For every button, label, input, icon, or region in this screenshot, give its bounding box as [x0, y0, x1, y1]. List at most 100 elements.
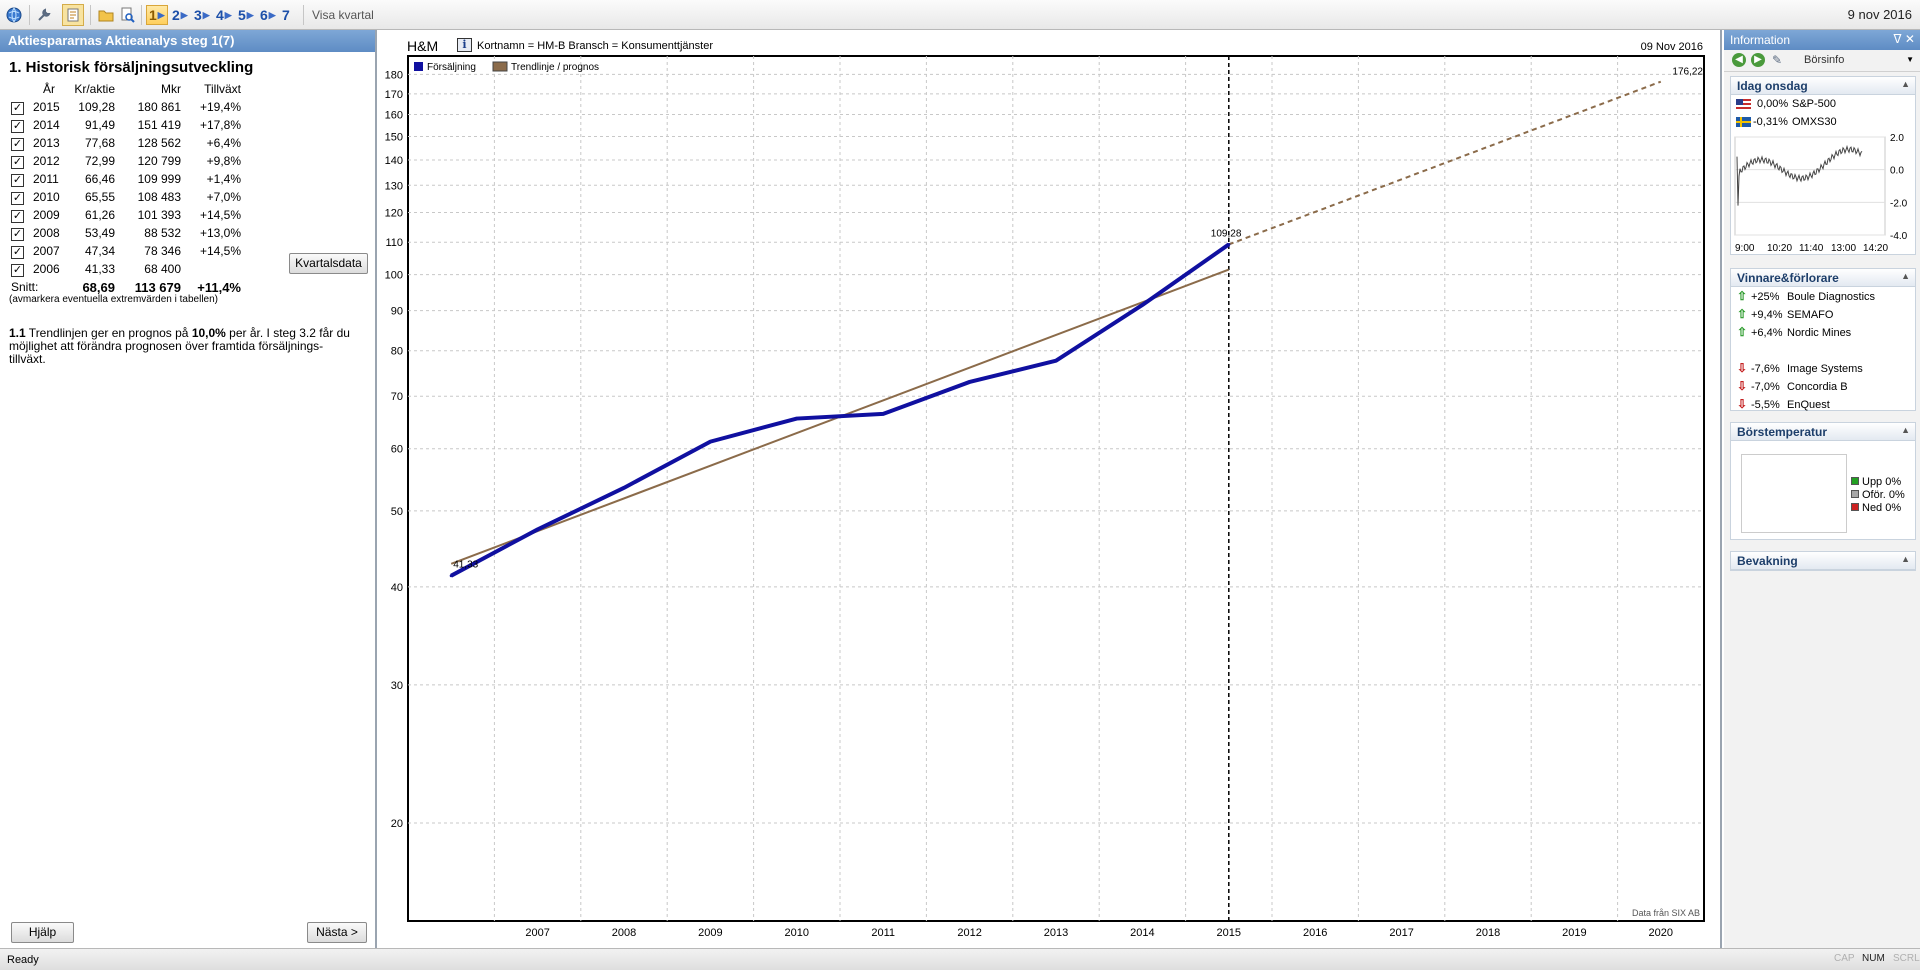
status-text: Ready: [7, 954, 39, 966]
row-checkbox[interactable]: ✓: [11, 245, 24, 259]
row-checkbox[interactable]: ✓: [11, 119, 24, 133]
legend-label-sales: Försäljning: [427, 62, 476, 73]
step-7-button[interactable]: 7: [280, 5, 298, 25]
next-button[interactable]: Nästa >: [307, 922, 367, 943]
analysis-icon[interactable]: [62, 4, 84, 26]
winner-item[interactable]: ⇧ +6,4% Nordic Mines: [1731, 324, 1915, 342]
y-tick-label: 160: [385, 110, 403, 122]
row-checkbox[interactable]: ✓: [11, 227, 24, 241]
column-header-kr-per-share: Kr/aktie: [74, 82, 115, 96]
y-tick-label: 170: [385, 89, 403, 101]
sparkline-frame: [1734, 136, 1886, 236]
information-title: Information: [1730, 33, 1791, 47]
sparkline-y-label: 2.0: [1890, 133, 1904, 144]
forward-icon[interactable]: ▶: [1751, 53, 1765, 67]
row-mkr: 109 999: [137, 172, 181, 186]
row-year: 2006: [33, 262, 60, 276]
panel-header: Aktiespararnas Aktieanalys steg 1(7): [0, 30, 375, 52]
row-checkbox[interactable]: ✓: [11, 209, 24, 223]
globe-icon[interactable]: [3, 4, 25, 26]
row-mkr: 88 532: [144, 226, 181, 240]
step-1-button[interactable]: 1 ▶: [146, 5, 168, 25]
analysis-panel: Aktiespararnas Aktieanalys steg 1(7) 1. …: [0, 30, 377, 948]
borsinfo-dropdown[interactable]: Börsinfo: [1804, 54, 1844, 66]
index-row-omxs30[interactable]: -0,31% OMXS30: [1731, 113, 1915, 131]
pin-close-icons[interactable]: ᐁ ✕: [1893, 32, 1915, 46]
data-label-end: 176,22: [1672, 67, 1703, 78]
row-mkr: 128 562: [137, 136, 181, 150]
legend-swatch: [1851, 503, 1859, 511]
sales-point: [881, 412, 885, 416]
x-tick-label: 2018: [1476, 927, 1500, 939]
y-tick-label: 50: [391, 506, 403, 518]
row-checkbox[interactable]: ✓: [11, 137, 24, 151]
information-header: Information ᐁ ✕: [1724, 30, 1920, 50]
step-3-button[interactable]: 3 ▶: [192, 5, 212, 25]
chevron-down-icon[interactable]: ▼: [1906, 55, 1914, 64]
section-title: 1. Historisk försäljningsutveckling: [9, 59, 254, 76]
sales-point: [795, 417, 799, 421]
table-row: ✓ 2014 91,49 151 419 +17,8%: [11, 116, 241, 134]
trend-note: 1.1 Trendlinjen ger en prognos på 10,0% …: [9, 327, 359, 366]
y-tick-label: 30: [391, 680, 403, 692]
market-temperature-section: Börstemperatur ▲ Upp 0% Oför. 0% Ned 0%: [1730, 422, 1916, 540]
wrench-icon[interactable]: [33, 4, 55, 26]
row-year: 2012: [33, 154, 60, 168]
row-mkr: 120 799: [137, 154, 181, 168]
kvartalsdata-button[interactable]: Kvartalsdata: [289, 253, 368, 274]
winners-losers-header[interactable]: Vinnare&förlorare ▲: [1731, 269, 1915, 287]
y-tick-label: 40: [391, 582, 403, 594]
loser-item[interactable]: ⇩ -5,5% EnQuest: [1731, 396, 1915, 414]
table-row: ✓ 2012 72,99 120 799 +9,8%: [11, 152, 241, 170]
note-text-1: Trendlinjen ger en prognos på: [25, 326, 192, 340]
row-kr: 65,55: [84, 190, 115, 204]
x-tick-label: 2009: [698, 927, 722, 939]
watchlist-header[interactable]: Bevakning ▲: [1731, 552, 1915, 570]
winner-item[interactable]: ⇧ +9,4% SEMAFO: [1731, 306, 1915, 324]
row-checkbox[interactable]: ✓: [11, 155, 24, 169]
y-tick-label: 100: [385, 270, 403, 282]
visa-kvartal-toggle[interactable]: Visa kvartal: [312, 8, 374, 22]
row-kr: 109,28: [78, 100, 115, 114]
info-icon[interactable]: i: [457, 38, 472, 52]
column-header-year: År: [43, 82, 55, 96]
row-kr: 91,49: [84, 118, 115, 132]
loser-item[interactable]: ⇩ -7,0% Concordia B: [1731, 378, 1915, 396]
row-kr: 72,99: [84, 154, 115, 168]
index-row-sp500[interactable]: 0,00% S&P-500: [1731, 95, 1915, 113]
y-tick-label: 110: [385, 237, 403, 249]
sparkline-x-label: 9:00: [1735, 243, 1755, 254]
folder-open-icon[interactable]: [95, 4, 117, 26]
x-tick-label: 2007: [525, 927, 549, 939]
row-kr: 41,33: [84, 262, 115, 276]
row-checkbox[interactable]: ✓: [11, 101, 24, 115]
note-percent: 10,0%: [191, 326, 226, 340]
row-checkbox[interactable]: ✓: [11, 173, 24, 187]
row-growth: [181, 260, 241, 278]
cap-indicator: CAP: [1834, 953, 1855, 964]
row-mkr: 78 346: [144, 244, 181, 258]
table-row: ✓ 2015 109,28 180 861 +19,4%: [11, 98, 241, 116]
step-5-button[interactable]: 5 ▶: [236, 5, 256, 25]
x-tick-label: 2019: [1562, 927, 1586, 939]
back-icon[interactable]: ◀: [1732, 53, 1746, 67]
row-kr: 53,49: [84, 226, 115, 240]
row-checkbox[interactable]: ✓: [11, 191, 24, 205]
x-tick-label: 2010: [785, 927, 809, 939]
step-6-button[interactable]: 6 ▶: [258, 5, 278, 25]
sales-point: [536, 527, 540, 531]
row-year: 2009: [33, 208, 60, 222]
loser-item[interactable]: ⇩ -7,6% Image Systems: [1731, 360, 1915, 378]
x-tick-label: 2012: [957, 927, 981, 939]
preview-icon[interactable]: [116, 4, 138, 26]
step-2-button[interactable]: 2 ▶: [170, 5, 190, 25]
winners-losers-section: Vinnare&förlorare ▲ ⇧ +25% Boule Diagnostic…: [1730, 268, 1916, 411]
step-4-button[interactable]: 4 ▶: [214, 5, 234, 25]
row-checkbox[interactable]: ✓: [11, 263, 24, 277]
winner-item[interactable]: ⇧ +25% Boule Diagnostics: [1731, 288, 1915, 306]
market-temperature-header[interactable]: Börstemperatur ▲: [1731, 423, 1915, 441]
settings-wrench-icon[interactable]: ✎: [1772, 53, 1782, 67]
today-header[interactable]: Idag onsdag ▲: [1731, 77, 1915, 95]
table-row: ✓ 2006 41,33 68 400: [11, 260, 241, 278]
help-button[interactable]: Hjälp: [11, 922, 74, 943]
